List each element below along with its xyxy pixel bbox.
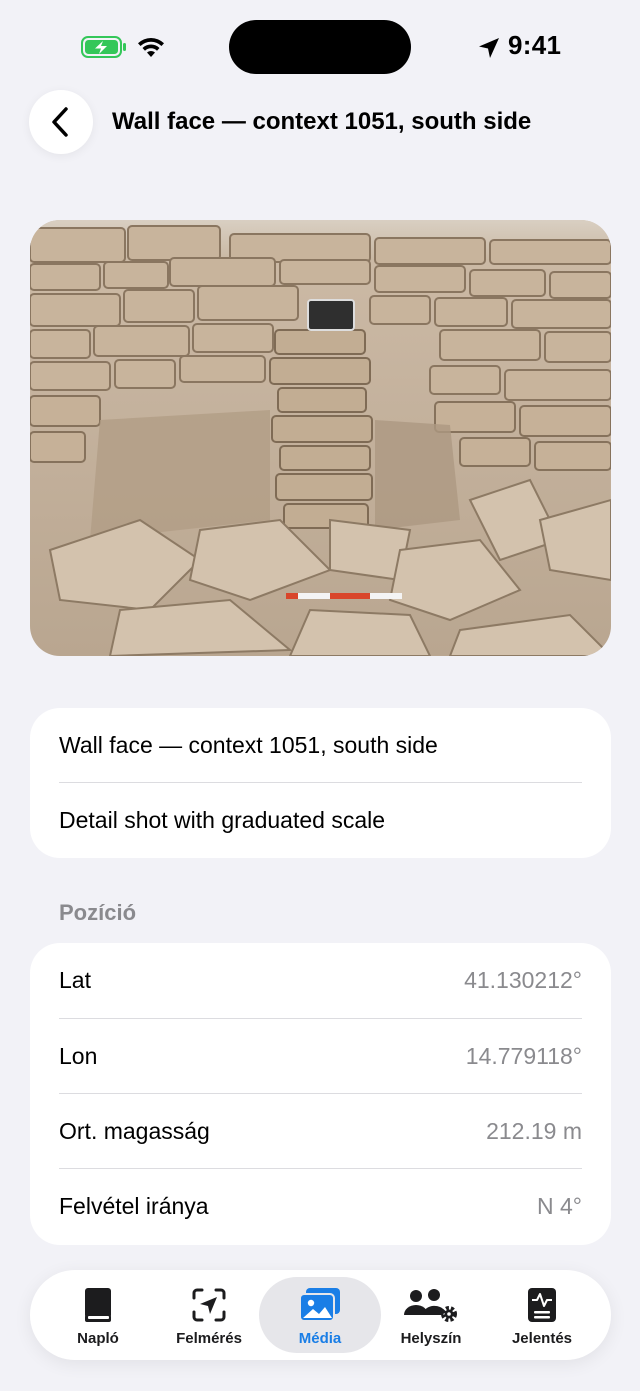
tab-bar: Napló Felmérés Média Helyszín Jelentés [30, 1270, 611, 1360]
row-label: Felvétel iránya [59, 1193, 209, 1219]
row-value: N 4° [537, 1193, 582, 1219]
photo-title: Wall face — context 1051, south side [59, 732, 438, 758]
report-icon [528, 1288, 556, 1322]
position-row-lon: Lon 14.779118° [59, 1019, 582, 1094]
position-card: Lat 41.130212° Lon 14.779118° Ort. magas… [30, 943, 611, 1245]
section-label-position: Pozíció [59, 900, 137, 925]
row-value: 41.130212° [464, 967, 582, 993]
tab-label: Helyszín [400, 1330, 462, 1347]
photo-caption-row[interactable]: Detail shot with graduated scale [59, 783, 582, 858]
tab-label: Felmérés [176, 1330, 242, 1347]
status-time: 9:41 [508, 30, 562, 60]
photo-caption: Detail shot with graduated scale [59, 807, 386, 833]
row-label: Ort. magasság [59, 1118, 210, 1144]
tab-label: Média [298, 1330, 342, 1347]
tab-label: Jelentés [511, 1330, 573, 1347]
book-icon [85, 1288, 111, 1322]
photos-icon [299, 1288, 340, 1322]
back-button[interactable] [29, 90, 93, 154]
position-row-heading: Felvétel iránya N 4° [59, 1169, 582, 1244]
description-card: Wall face — context 1051, south side Det… [30, 708, 611, 858]
tab-label: Napló [77, 1330, 119, 1347]
photo-title-row[interactable]: Wall face — context 1051, south side [59, 708, 582, 783]
page-title: Wall face — context 1051, south side [112, 108, 532, 135]
chevron-left-icon [52, 107, 68, 137]
stone-wall-photo[interactable] [30, 220, 611, 656]
dynamic-island [229, 20, 411, 74]
row-value: 212.19 m [486, 1118, 582, 1144]
location-arrow-icon [479, 38, 499, 58]
tab-helyszin[interactable]: Helyszín [376, 1270, 486, 1360]
position-row-altitude: Ort. magasság 212.19 m [59, 1094, 582, 1169]
wifi-icon [138, 37, 164, 57]
row-label: Lon [59, 1043, 98, 1069]
position-row-lat: Lat 41.130212° [59, 943, 582, 1018]
people-gear-icon [404, 1289, 457, 1322]
survey-viewfinder-icon [192, 1288, 226, 1322]
tab-media[interactable]: Média [264, 1270, 376, 1360]
tab-jelentes[interactable]: Jelentés [486, 1270, 598, 1360]
tab-naplo[interactable]: Napló [42, 1270, 154, 1360]
row-value: 14.779118° [465, 1043, 582, 1069]
battery-charging-icon [81, 36, 126, 58]
tab-felmeres[interactable]: Felmérés [154, 1270, 264, 1360]
row-label: Lat [59, 967, 91, 993]
status-bar: 9:41 [0, 0, 640, 96]
